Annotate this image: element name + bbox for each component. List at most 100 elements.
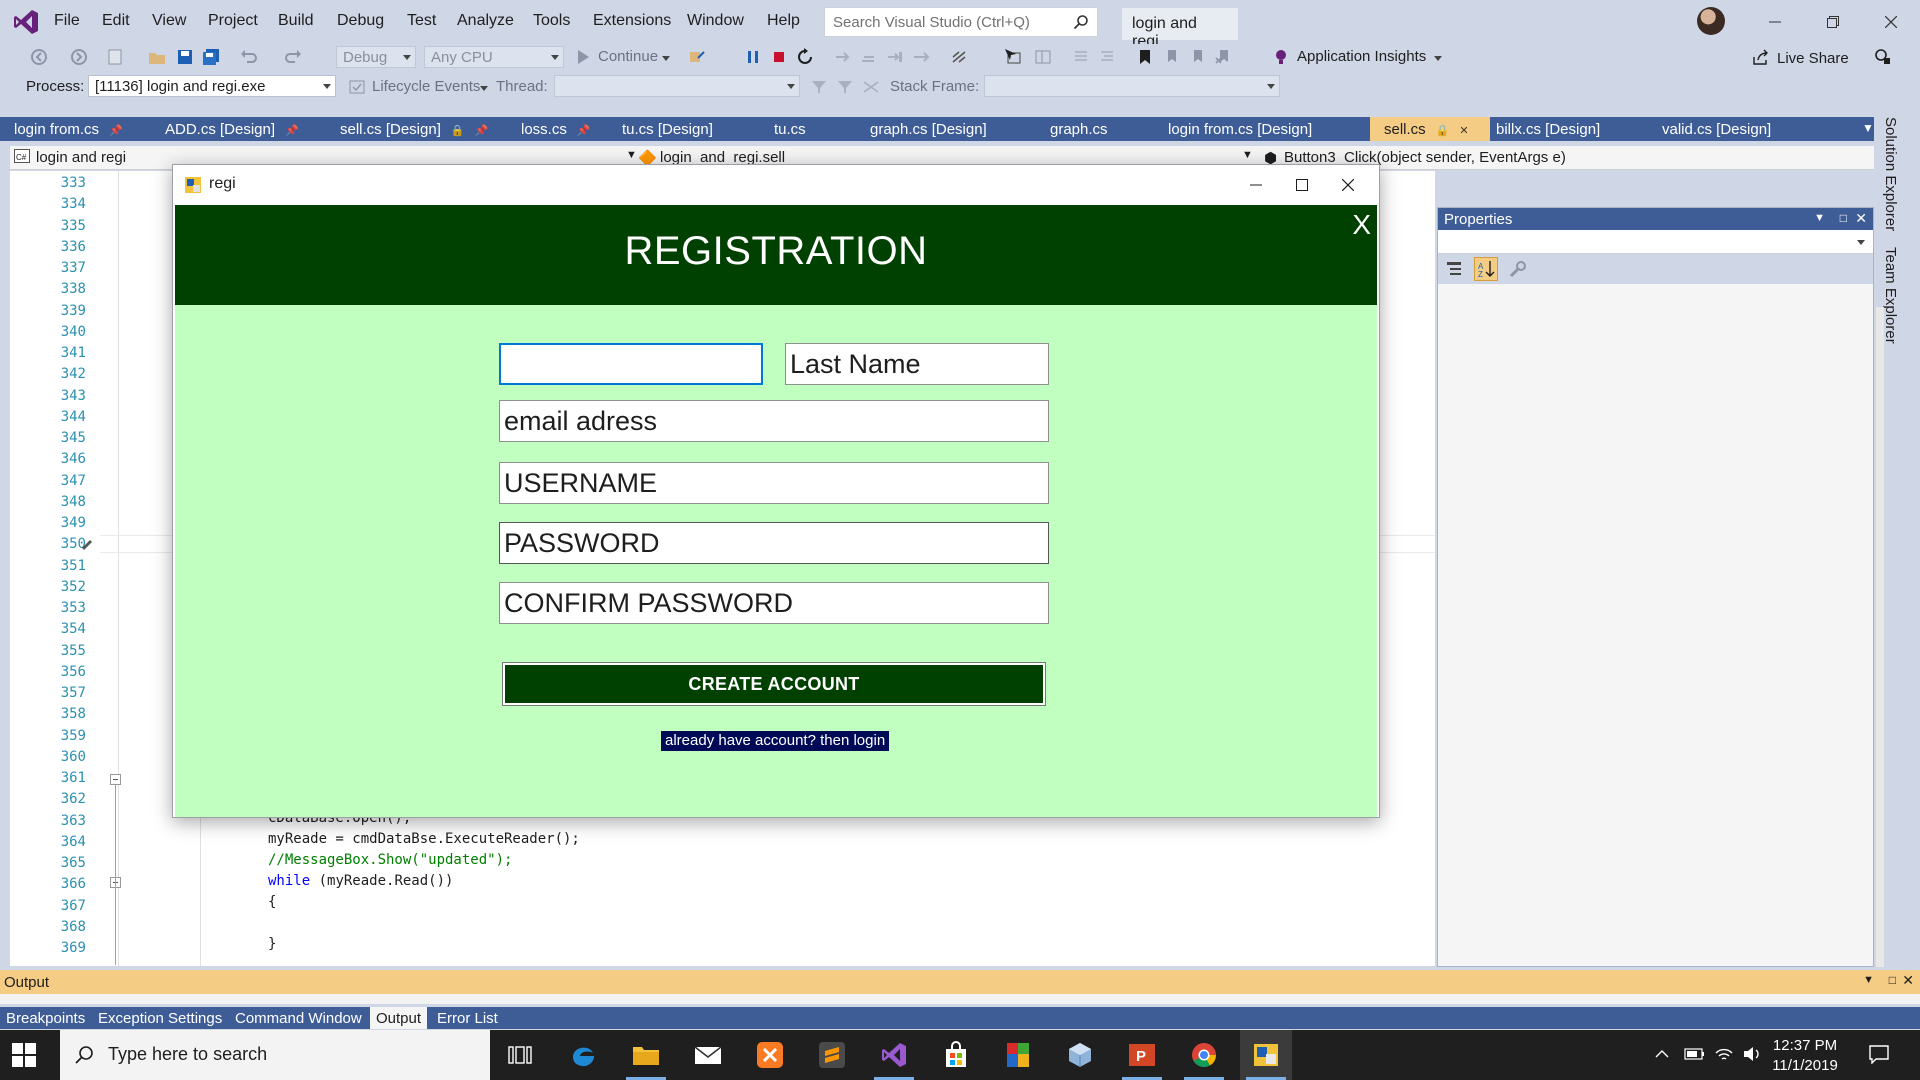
step-out-icon[interactable]	[886, 48, 904, 66]
tab-tu[interactable]: tu.cs	[760, 117, 862, 141]
tab-sell-design[interactable]: sell.cs [Design] 🔒 📌	[326, 117, 506, 141]
project-nav-dropdown[interactable]: login and regi	[36, 149, 126, 166]
windows-start-icon[interactable]	[12, 1043, 36, 1067]
categorized-icon[interactable]	[1444, 259, 1466, 279]
cube-icon[interactable]	[1054, 1030, 1106, 1080]
next-bookmark-icon[interactable]	[1188, 48, 1206, 66]
clear-bookmarks-icon[interactable]	[1214, 48, 1232, 66]
email-input[interactable]	[499, 400, 1049, 442]
solution-explorer-tab[interactable]: Solution Explorer	[1882, 117, 1899, 231]
xampp-icon[interactable]	[744, 1030, 796, 1080]
tab-overflow-icon[interactable]: ▼	[1862, 121, 1874, 135]
alphabetical-icon[interactable]: AZ	[1474, 257, 1498, 281]
tab-command-window[interactable]: Command Window	[229, 1007, 368, 1029]
save-icon[interactable]	[176, 48, 194, 66]
menu-project[interactable]: Project	[208, 12, 258, 30]
feedback-icon[interactable]	[1874, 48, 1892, 66]
pin-icon[interactable]: 📌	[285, 125, 299, 137]
create-account-button[interactable]: CREATE ACCOUNT	[502, 662, 1046, 706]
first-name-input[interactable]	[499, 343, 763, 385]
show-next-statement-icon[interactable]	[912, 48, 930, 66]
layout-icon[interactable]	[1034, 48, 1052, 66]
menu-window[interactable]: Window	[687, 12, 744, 30]
tab-graph-design[interactable]: graph.cs [Design]	[856, 117, 1036, 141]
username-input[interactable]	[499, 462, 1049, 504]
tab-valid-design[interactable]: valid.cs [Design]	[1648, 117, 1828, 141]
save-all-icon[interactable]	[202, 48, 220, 66]
tab-tu-design[interactable]: tu.cs [Design]	[608, 117, 758, 141]
login-link[interactable]: already have account? then login	[661, 731, 890, 751]
pin-icon[interactable]: 📌	[109, 125, 123, 137]
menu-file[interactable]: File	[54, 12, 80, 30]
back-icon[interactable]	[30, 48, 48, 66]
wrench-icon[interactable]	[1508, 260, 1528, 280]
close-icon[interactable]: ✕	[1855, 210, 1867, 227]
taskbar-clock[interactable]: 12:37 PM 11/1/2019	[1750, 1036, 1860, 1076]
attach-process-icon[interactable]	[688, 48, 706, 66]
restart-icon[interactable]	[796, 48, 814, 66]
pause-icon[interactable]	[744, 48, 762, 66]
vs-search-box[interactable]: Search Visual Studio (Ctrl+Q)	[824, 7, 1098, 37]
select-element-icon[interactable]	[1004, 48, 1022, 66]
process-dropdown[interactable]: [11136] login and regi.exe	[88, 75, 336, 97]
lifecycle-events-icon[interactable]	[348, 78, 366, 96]
stack-frame-dropdown[interactable]	[984, 75, 1280, 97]
tab-billx-design[interactable]: billx.cs [Design]	[1482, 117, 1662, 141]
platform-dropdown[interactable]: Any CPU	[424, 46, 564, 68]
mail-icon[interactable]	[682, 1030, 734, 1080]
prev-bookmark-icon[interactable]	[1162, 48, 1180, 66]
task-view-icon[interactable]	[494, 1030, 546, 1080]
forward-icon[interactable]	[70, 48, 88, 66]
dropdown-icon[interactable]: ▼	[1814, 212, 1825, 224]
tab-output[interactable]: Output	[370, 1007, 428, 1029]
close-icon[interactable]: ✕	[1459, 125, 1468, 137]
redo-icon[interactable]	[284, 48, 302, 66]
tab-breakpoints[interactable]: Breakpoints	[0, 1007, 91, 1029]
store-icon[interactable]	[930, 1030, 982, 1080]
stack-frame-icon[interactable]	[862, 78, 880, 96]
battery-icon[interactable]	[1684, 1047, 1706, 1061]
menu-edit[interactable]: Edit	[102, 12, 130, 30]
hot-reload-icon[interactable]	[950, 48, 968, 66]
file-explorer-icon[interactable]	[620, 1030, 672, 1080]
winrar-icon[interactable]	[992, 1030, 1044, 1080]
menu-help[interactable]: Help	[767, 12, 800, 30]
live-share-button[interactable]: Live Share	[1777, 50, 1849, 67]
wifi-icon[interactable]	[1714, 1045, 1734, 1063]
visual-studio-icon[interactable]	[868, 1030, 920, 1080]
menu-view[interactable]: View	[152, 12, 186, 30]
undo-icon[interactable]	[240, 48, 258, 66]
powerpoint-icon[interactable]: P	[1116, 1030, 1168, 1080]
tab-graph[interactable]: graph.cs	[1036, 117, 1162, 141]
share-icon[interactable]	[1752, 48, 1770, 66]
collapse-toggle-icon[interactable]	[110, 774, 121, 785]
filter-icon[interactable]	[810, 78, 828, 96]
step-over-icon[interactable]	[860, 48, 878, 66]
minimize-icon[interactable]	[1760, 10, 1790, 34]
close-icon[interactable]	[1876, 10, 1906, 34]
close-icon[interactable]	[1325, 171, 1371, 199]
confirm-password-input[interactable]	[499, 582, 1049, 624]
chevron-down-icon[interactable]	[1434, 56, 1442, 61]
password-input[interactable]	[499, 522, 1049, 564]
thread-dropdown[interactable]	[554, 75, 800, 97]
menu-test[interactable]: Test	[407, 12, 436, 30]
lightbulb-icon[interactable]	[1272, 48, 1290, 66]
pin-icon[interactable]: 📌	[475, 125, 489, 137]
comment-lines-icon[interactable]	[1072, 48, 1090, 66]
menu-analyze[interactable]: Analyze	[457, 12, 514, 30]
tab-sell[interactable]: sell.cs 🔒 ✕	[1370, 117, 1490, 141]
menu-extensions[interactable]: Extensions	[593, 12, 671, 30]
edge-icon[interactable]	[557, 1030, 609, 1080]
team-explorer-tab[interactable]: Team Explorer	[1882, 247, 1899, 344]
dropdown-icon[interactable]: ▼	[1863, 974, 1874, 986]
scrollbar[interactable]	[1876, 307, 1884, 967]
application-insights-button[interactable]: Application Insights	[1297, 48, 1426, 65]
chevron-down-icon[interactable]: ▼	[626, 149, 637, 161]
continue-button[interactable]: Continue	[598, 48, 658, 65]
tab-exception-settings[interactable]: Exception Settings	[92, 1007, 228, 1029]
uncomment-lines-icon[interactable]	[1098, 48, 1116, 66]
close-icon[interactable]: ✕	[1902, 972, 1914, 989]
chevron-down-icon[interactable]	[662, 56, 670, 61]
chevron-up-icon[interactable]	[1654, 1047, 1670, 1061]
